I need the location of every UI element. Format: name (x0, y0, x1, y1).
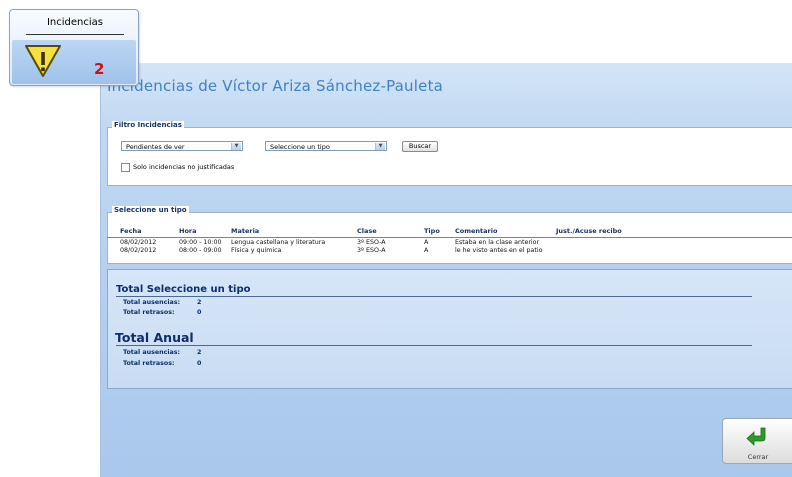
cell-clase: 3º ESO-A (357, 239, 386, 246)
annual-delays-value: 0 (197, 360, 202, 367)
list-legend: Seleccione un tipo (112, 206, 189, 214)
checkbox-label: Solo incidencias no justificadas (133, 163, 235, 171)
cell-comentario: le he visto antes en el patio (455, 247, 543, 254)
table-row[interactable]: 08/02/2012 09:00 - 10:00 Lengua castella… (107, 238, 792, 247)
annual-delays-label: Total retrasos: (123, 360, 175, 367)
absences-label: Total ausencias: (123, 299, 181, 306)
cell-acuse (556, 246, 792, 254)
cell-materia: Física y química (231, 247, 282, 254)
incidents-table: Fecha Hora Materia Clase Tipo Comentario… (107, 227, 792, 254)
cell-hora: 09:00 - 10:00 (179, 239, 222, 246)
close-button[interactable]: Cerrar (722, 418, 792, 464)
cell-fecha: 08/02/2012 (120, 247, 157, 254)
column-header-materia[interactable]: Materia (231, 227, 357, 238)
view-select-value: Pendientes de ver (126, 143, 185, 151)
annual-total-title: Total Anual (115, 330, 194, 345)
column-header-comentario[interactable]: Comentario (455, 227, 556, 238)
cell-fecha: 08/02/2012 (120, 239, 157, 246)
cell-tipo: A (424, 239, 429, 246)
cell-clase: 3º ESO-A (357, 247, 386, 254)
filter-legend: Filtro Incidencias (112, 121, 184, 129)
totals-panel: Total Seleccione un tipo Total ausencias… (107, 269, 792, 389)
annual-absences-label: Total ausencias: (123, 349, 181, 356)
cell-materia: Lengua castellana y literatura (231, 239, 326, 246)
column-header-tipo[interactable]: Tipo (424, 227, 455, 238)
totals-divider (116, 296, 752, 297)
chevron-down-icon[interactable]: ▼ (231, 143, 241, 150)
delays-value: 0 (197, 309, 202, 316)
column-header-acuse[interactable]: Just./Acuse recibo (556, 227, 792, 238)
column-header-clase[interactable]: Clase (357, 227, 424, 238)
filter-fieldset: Filtro Incidencias Pendientes de ver ▼ S… (107, 121, 792, 186)
table-header-row: Fecha Hora Materia Clase Tipo Comentario… (107, 227, 792, 238)
tile-title: Incidencias (46, 17, 103, 28)
close-label: Cerrar (747, 453, 769, 461)
annual-absences-value: 2 (197, 349, 202, 356)
header-divider (101, 107, 792, 108)
cell-hora: 08:00 - 09:00 (179, 247, 222, 254)
type-select-value: Seleccione un tipo (270, 143, 330, 151)
window-title: Incidencias de Víctor Ariza Sánchez-Paul… (107, 77, 444, 95)
delays-label: Total retrasos: (123, 309, 175, 316)
annual-divider (116, 345, 752, 346)
type-select[interactable]: Seleccione un tipo ▼ (265, 141, 387, 151)
tile-divider (26, 34, 124, 35)
absences-value: 2 (197, 299, 202, 306)
column-header-fecha[interactable]: Fecha (107, 227, 179, 238)
view-select[interactable]: Pendientes de ver ▼ (121, 141, 243, 151)
cell-acuse (556, 238, 792, 247)
unjustified-checkbox[interactable] (121, 163, 130, 172)
incidents-list-fieldset: Seleccione un tipo Fecha Hora Materia Cl… (107, 206, 792, 264)
return-arrow-icon (746, 427, 766, 446)
totals-section-title: Total Seleccione un tipo (116, 284, 251, 295)
cell-tipo: A (424, 247, 429, 254)
table-row[interactable]: 08/02/2012 08:00 - 09:00 Física y químic… (107, 246, 792, 254)
search-button[interactable]: Buscar (402, 141, 438, 152)
cell-comentario: Estaba en la clase anterior (455, 239, 540, 246)
column-header-hora[interactable]: Hora (179, 227, 231, 238)
warning-icon (25, 45, 61, 77)
incidents-tile[interactable]: Incidencias 2 (9, 9, 139, 86)
incident-count: 2 (94, 60, 105, 78)
chevron-down-icon[interactable]: ▼ (375, 143, 385, 150)
